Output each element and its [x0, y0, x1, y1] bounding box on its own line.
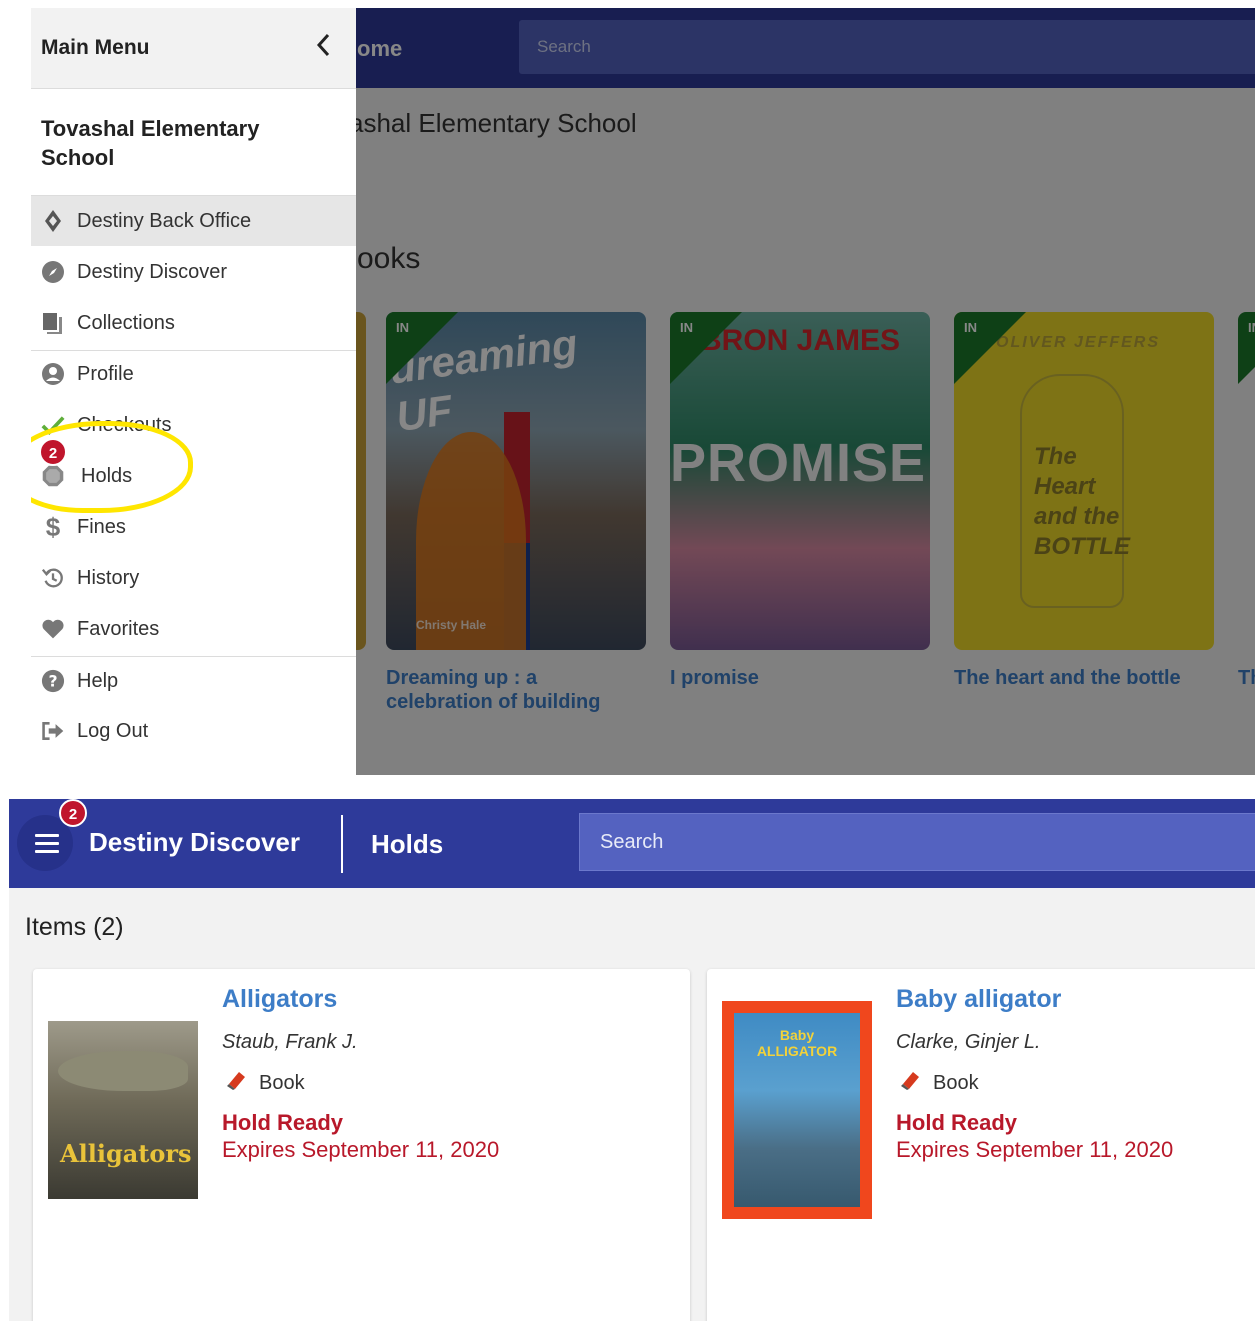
menu-school-name: Tovashal Elementary School — [41, 116, 260, 170]
holds-screenshot: 2 Destiny Discover Holds Search Items (2… — [9, 799, 1255, 1321]
hold-status: Hold Ready — [896, 1110, 1018, 1135]
menu-item-label: Collections — [77, 311, 175, 334]
book-cover-image[interactable]: Baby ALLIGATOR — [722, 1001, 872, 1219]
hold-author: Staub, Frank J. — [222, 1031, 358, 1053]
hold-author: Clarke, Ginjer L. — [896, 1031, 1041, 1053]
menu-item-collections[interactable]: Collections — [31, 298, 356, 348]
history-icon — [41, 566, 65, 590]
menu-item-favorites[interactable]: Favorites — [31, 604, 356, 654]
menu-item-label: Favorites — [77, 617, 160, 640]
hold-format-label: Book — [259, 1071, 305, 1094]
menu-item-history[interactable]: History — [31, 553, 356, 603]
help-icon: ? — [41, 669, 65, 693]
collections-icon — [41, 311, 65, 335]
items-heading: Items (2) — [25, 913, 124, 942]
hold-card: Alligators Alligators Staub, Frank J. Bo… — [33, 969, 690, 1321]
hold-title-link[interactable]: Baby alligator — [896, 985, 1061, 1014]
menu-item-help[interactable]: ? Help — [31, 656, 356, 706]
hold-card: Baby ALLIGATOR Baby alligator Clarke, Gi… — [707, 969, 1255, 1321]
menu-item-label: Help — [77, 669, 119, 692]
holds-count-badge: 2 — [59, 799, 87, 827]
menu-header: Main Menu — [31, 8, 356, 89]
main-menu-drawer: Main Menu Tovashal Elementary School Des… — [31, 8, 356, 775]
hold-format: Book — [225, 1069, 305, 1097]
search-input[interactable]: Search — [579, 813, 1255, 871]
items-count: (2) — [93, 913, 124, 941]
hold-status: Hold Ready — [222, 1110, 344, 1135]
chevron-left-icon[interactable] — [315, 32, 331, 65]
brand-title[interactable]: Destiny Discover — [89, 827, 300, 858]
menu-item-destiny-back-office[interactable]: Destiny Back Office — [31, 196, 356, 246]
menu-item-label: Log Out — [77, 719, 149, 742]
menu-icon — [35, 834, 59, 837]
hold-format-label: Book — [933, 1071, 979, 1094]
user-icon — [41, 362, 65, 386]
cover-alligator — [58, 1051, 188, 1091]
hold-title-link[interactable]: Alligators — [222, 985, 337, 1014]
book-icon — [225, 1069, 247, 1097]
logout-icon — [41, 719, 65, 743]
book-cover-image[interactable]: Alligators — [48, 1021, 198, 1199]
menu-item-label: Destiny Discover — [77, 260, 228, 283]
app-header: 2 Destiny Discover Holds Search — [9, 799, 1255, 888]
book-cover-title: Alligators — [60, 1139, 192, 1168]
hold-format: Book — [899, 1069, 979, 1097]
hold-expiration: Expires September 11, 2020 — [222, 1137, 500, 1162]
menu-item-label: History — [77, 566, 140, 589]
menu-item-log-out[interactable]: Log Out — [31, 706, 356, 756]
menu-item-label: Destiny Back Office — [77, 209, 252, 232]
compass-icon — [41, 260, 65, 284]
menu-item-label: Fines — [77, 515, 126, 538]
book-icon — [899, 1069, 921, 1097]
menu-icon — [35, 850, 59, 853]
diamond-icon — [41, 209, 65, 233]
menu-item-destiny-discover[interactable]: Destiny Discover — [31, 247, 356, 297]
hold-expiration: Expires September 11, 2020 — [896, 1137, 1174, 1162]
menu-title: Main Menu — [41, 36, 150, 59]
heart-icon — [41, 617, 65, 641]
menu-item-label: Profile — [77, 362, 134, 385]
menu-icon — [35, 842, 59, 845]
items-label: Items — [25, 913, 87, 941]
menu-screenshot: ome Search ashal Elementary School ooks … — [31, 8, 1255, 775]
book-cover-title: Baby ALLIGATOR — [756, 1027, 838, 1059]
dollar-icon: $ — [45, 511, 61, 542]
page-title: Holds — [371, 829, 444, 859]
menu-item-profile[interactable]: Profile — [31, 349, 356, 399]
svg-text:?: ? — [48, 672, 57, 691]
header-divider — [341, 815, 343, 873]
